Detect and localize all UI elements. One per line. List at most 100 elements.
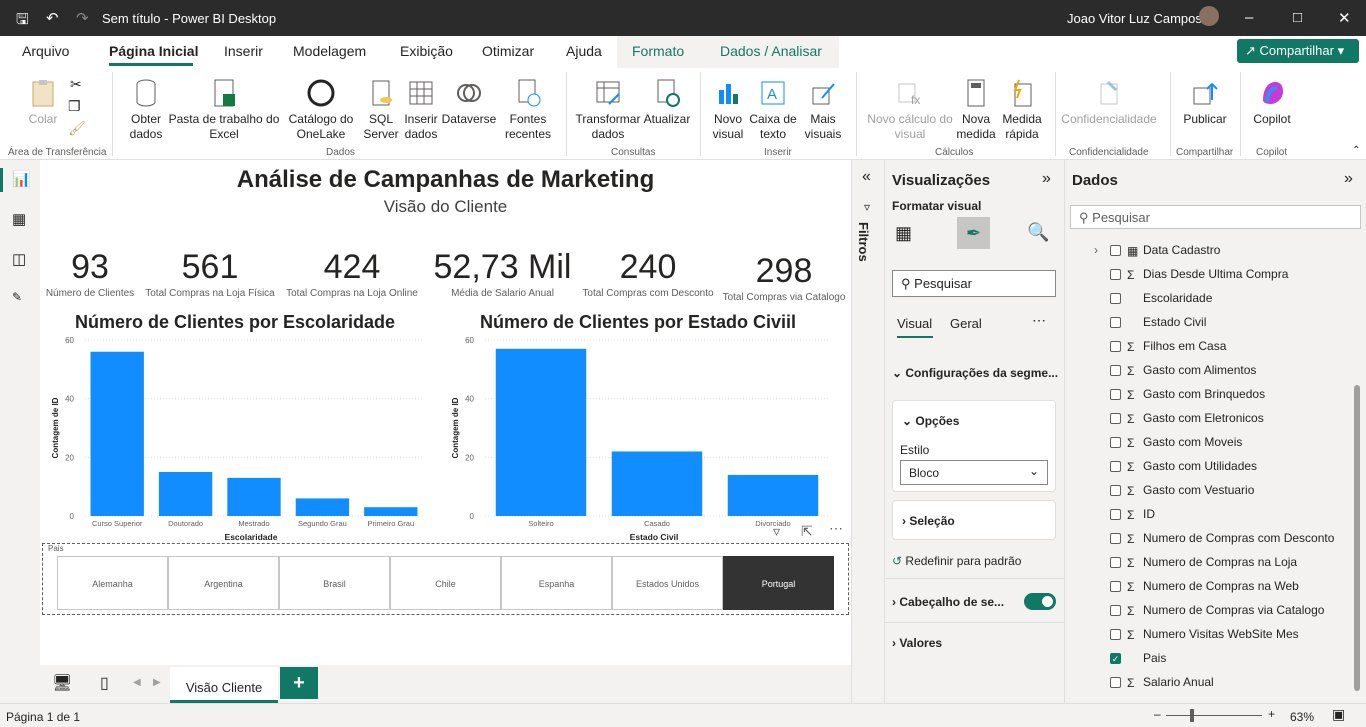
avatar[interactable] bbox=[1199, 6, 1219, 26]
field-item[interactable]: Σ Numero de Compras com Desconto bbox=[1110, 531, 1334, 547]
bar[interactable] bbox=[611, 451, 703, 516]
expand-filters-icon[interactable]: « bbox=[862, 168, 871, 186]
bar[interactable] bbox=[495, 348, 587, 516]
dax-query-icon[interactable]: ✎ bbox=[12, 290, 22, 304]
valores-header[interactable]: › Valores bbox=[892, 636, 942, 650]
tab-arquivo[interactable]: Arquivo bbox=[22, 43, 69, 59]
new-visual-calculation-button[interactable]: fx Novo cálculo do visual bbox=[864, 78, 956, 142]
bar[interactable] bbox=[90, 351, 144, 516]
field-item[interactable]: Σ Gasto com Eletronicos bbox=[1110, 411, 1264, 427]
enter-data-button[interactable]: Inserir dados bbox=[402, 78, 440, 142]
data-search-input[interactable]: ⚲ Pesquisar bbox=[1070, 205, 1361, 229]
checkbox[interactable] bbox=[1110, 581, 1121, 593]
bar-chart-escolaridade[interactable]: 0 20 40 60 Contagem de ID Curso Superior Douto… bbox=[40, 330, 430, 542]
checkbox[interactable] bbox=[1110, 485, 1121, 497]
paste-button[interactable]: Colar bbox=[18, 78, 68, 127]
focus-mode-icon[interactable]: ⇱ bbox=[801, 523, 813, 540]
slicer-option[interactable]: Espanha bbox=[501, 556, 612, 610]
selecao-header[interactable]: › Seleção bbox=[902, 514, 955, 528]
more-options-icon[interactable]: ⋯ bbox=[829, 520, 843, 537]
opcoes-header[interactable]: ⌄ Opções bbox=[902, 414, 959, 428]
slicer-option[interactable]: Alemanha bbox=[57, 556, 168, 610]
excel-workbook-button[interactable]: Pasta de trabalho do Excel bbox=[168, 78, 280, 142]
cut-icon[interactable]: ✂ bbox=[70, 76, 82, 93]
maximize-icon[interactable]: □ bbox=[1293, 9, 1302, 26]
transform-data-button[interactable]: Transformar dados bbox=[574, 78, 642, 142]
viz-search-input[interactable]: ⚲ Pesquisar bbox=[892, 270, 1056, 297]
more-options-icon[interactable]: ⋯ bbox=[1032, 312, 1046, 329]
field-item[interactable]: Σ Gasto com Vestuario bbox=[1110, 483, 1254, 499]
bar[interactable] bbox=[364, 507, 418, 516]
field-item[interactable]: Σ Gasto com Utilidades bbox=[1110, 459, 1257, 475]
slicer-option[interactable]: Brasil bbox=[279, 556, 390, 610]
checkbox[interactable] bbox=[1110, 413, 1121, 425]
checkbox[interactable] bbox=[1110, 293, 1121, 305]
slicer-option[interactable]: Chile bbox=[390, 556, 501, 610]
checkbox[interactable] bbox=[1110, 629, 1121, 641]
kpi-value[interactable]: 424 bbox=[284, 248, 420, 287]
field-item[interactable]: Σ Filhos em Casa bbox=[1110, 339, 1226, 355]
tab-dados-analisar[interactable]: Dados / Analisar bbox=[720, 43, 822, 59]
kpi-value[interactable]: 52,73 Mil bbox=[430, 248, 575, 287]
checkbox[interactable] bbox=[1110, 389, 1121, 401]
fit-to-page-icon[interactable]: ▣ bbox=[1332, 706, 1345, 723]
zoom-level[interactable]: 63% bbox=[1290, 710, 1314, 724]
kpi-value[interactable]: 93 bbox=[40, 248, 140, 287]
reset-default-button[interactable]: ↺ Redefinir para padrão bbox=[892, 554, 1021, 568]
estilo-dropdown[interactable]: Bloco ⌄ bbox=[900, 460, 1048, 485]
checkbox[interactable] bbox=[1110, 605, 1121, 617]
field-item[interactable]: Σ Numero Visitas WebSite Mes bbox=[1110, 627, 1299, 643]
kpi-value[interactable]: 561 bbox=[145, 248, 275, 287]
checkbox[interactable] bbox=[1110, 269, 1121, 281]
filters-pane-collapsed[interactable]: « ▿ Filtros bbox=[851, 160, 884, 703]
table-view-icon[interactable]: ▦ bbox=[12, 210, 26, 228]
field-item[interactable]: Σ Gasto com Alimentos bbox=[1110, 363, 1256, 379]
save-icon[interactable]: 🖫 bbox=[16, 9, 29, 34]
sql-server-button[interactable]: SQL Server bbox=[360, 78, 402, 142]
recent-sources-button[interactable]: Fontes recentes bbox=[498, 78, 558, 142]
zoom-out-button[interactable]: – bbox=[1154, 707, 1161, 721]
field-item[interactable]: Escolaridade bbox=[1110, 291, 1212, 307]
checkbox[interactable] bbox=[1110, 509, 1121, 521]
bar-chart-estado-civil[interactable]: 0204060Contagem de IDSolteiro Casado Divor… bbox=[440, 330, 836, 542]
checkbox[interactable] bbox=[1110, 557, 1121, 569]
more-visuals-button[interactable]: Mais visuais bbox=[798, 78, 848, 142]
collapse-viz-icon[interactable]: » bbox=[1042, 170, 1051, 188]
publish-button[interactable]: Publicar bbox=[1178, 78, 1232, 127]
new-visual-button[interactable]: Novo visual bbox=[708, 78, 748, 142]
checkbox[interactable] bbox=[1110, 677, 1121, 689]
filter-icon[interactable]: ▿ bbox=[773, 523, 780, 540]
zoom-slider-thumb[interactable] bbox=[1190, 709, 1194, 722]
sensitivity-button[interactable]: Confidencialidade bbox=[1058, 78, 1160, 127]
next-page-icon[interactable]: ▶ bbox=[153, 677, 161, 688]
checkbox[interactable] bbox=[1110, 341, 1121, 353]
bar[interactable] bbox=[727, 474, 819, 516]
slicer-option[interactable]: Argentina bbox=[168, 556, 279, 610]
add-page-button[interactable]: + bbox=[280, 667, 318, 699]
tab-visual[interactable]: Visual bbox=[897, 316, 932, 331]
copilot-button[interactable]: Copilot bbox=[1246, 78, 1298, 127]
page-tab[interactable]: Visão Cliente bbox=[170, 667, 278, 703]
user-name[interactable]: Joao Vitor Luz Campos bbox=[1067, 11, 1202, 26]
scrollbar-thumb[interactable] bbox=[1354, 385, 1360, 691]
bar[interactable] bbox=[295, 498, 350, 516]
checkbox[interactable] bbox=[1110, 245, 1121, 257]
get-data-button[interactable]: Obter dados bbox=[124, 78, 168, 142]
tab-pagina-inicial[interactable]: Página Inicial bbox=[109, 43, 198, 59]
field-item[interactable]: Σ Numero de Compras na Web bbox=[1110, 579, 1299, 595]
new-measure-button[interactable]: Nova medida bbox=[954, 78, 998, 142]
tab-otimizar[interactable]: Otimizar bbox=[482, 43, 534, 59]
collapse-data-icon[interactable]: » bbox=[1344, 170, 1353, 188]
field-item[interactable]: Σ Gasto com Moveis bbox=[1110, 435, 1242, 451]
cabecalho-header[interactable]: › Cabeçalho de se... bbox=[892, 595, 1004, 609]
cabecalho-toggle[interactable] bbox=[1024, 593, 1056, 610]
prev-page-icon[interactable]: ◀ bbox=[133, 677, 141, 688]
format-visual-tab[interactable]: ✒ bbox=[957, 217, 990, 249]
checkbox[interactable] bbox=[1110, 461, 1121, 473]
zoom-in-button[interactable]: + bbox=[1268, 707, 1275, 721]
field-item[interactable]: › ▦ Data Cadastro bbox=[1094, 243, 1220, 259]
slicer-option[interactable]: Estados Unidos bbox=[612, 556, 723, 610]
checkbox-checked[interactable]: ✓ bbox=[1110, 653, 1121, 665]
field-item[interactable]: Σ Numero de Compras via Catalogo bbox=[1110, 603, 1324, 619]
share-button[interactable]: ↗ Compartilhar ▾ bbox=[1237, 39, 1359, 63]
